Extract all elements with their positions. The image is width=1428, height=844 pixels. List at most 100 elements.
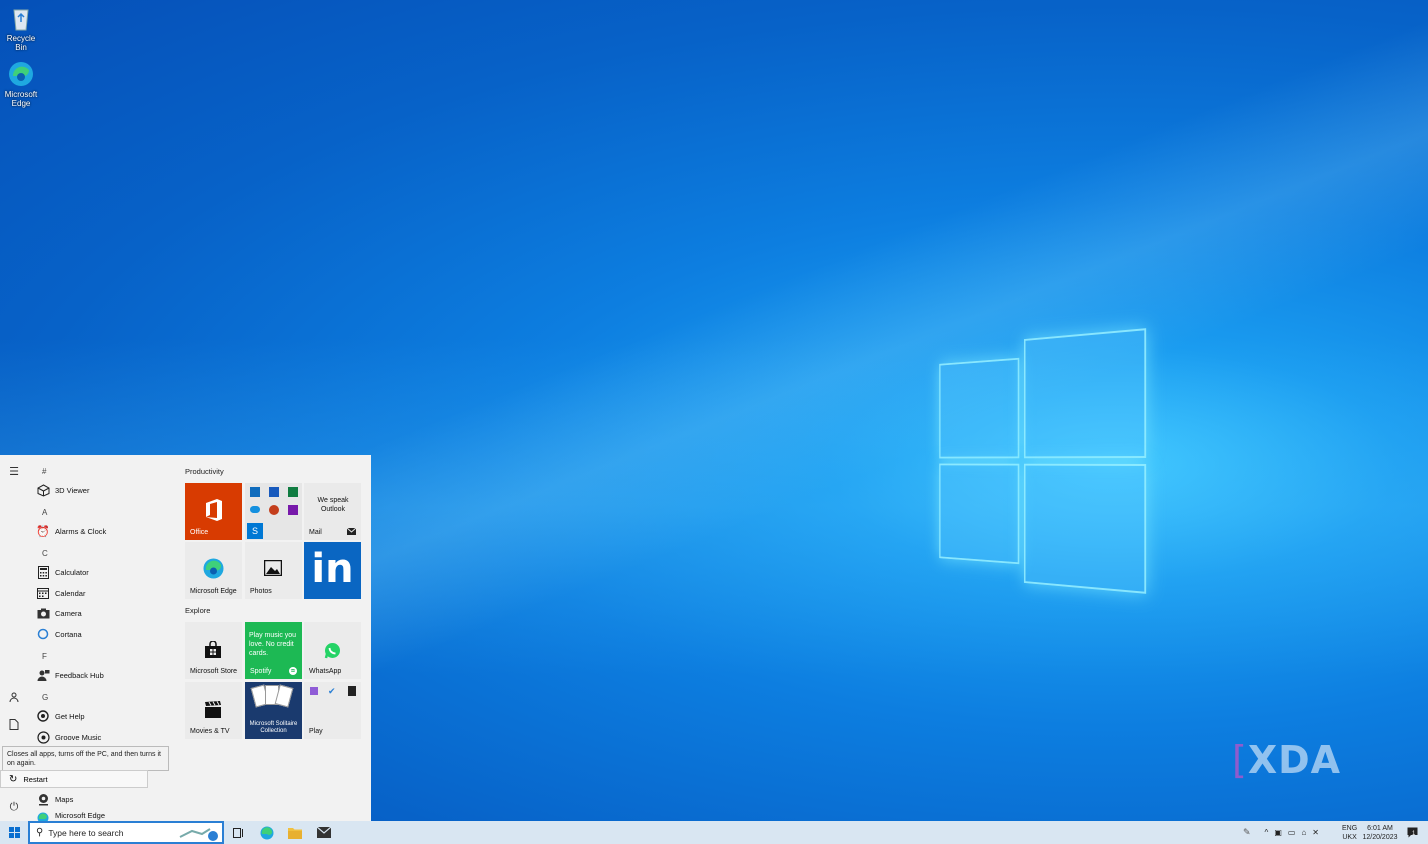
wallpaper-windows-logo bbox=[939, 328, 1148, 594]
search-placeholder: Type here to search bbox=[48, 827, 124, 838]
mail-icon bbox=[317, 827, 331, 838]
mail-icon bbox=[347, 528, 356, 535]
task-view-icon bbox=[232, 827, 243, 838]
tile-whatsapp[interactable]: WhatsApp bbox=[304, 622, 361, 679]
skype-icon: S bbox=[247, 523, 263, 539]
tile-photos[interactable]: Photos bbox=[245, 542, 302, 599]
tile-office-apps-folder[interactable]: S bbox=[245, 483, 302, 540]
system-tray: ✎ ^ ▣ ▭ ⌂ ✕ bbox=[1243, 821, 1327, 844]
app-cortana[interactable]: Cortana bbox=[36, 625, 82, 643]
taskbar: ⚲ Type here to search ✎ ^ ▣ ▭ ⌂ ✕ ENG UK… bbox=[0, 821, 1428, 844]
taskbar-mail-button[interactable] bbox=[315, 824, 333, 841]
app-list-letter: G bbox=[42, 693, 49, 702]
cube-icon bbox=[36, 483, 50, 497]
edge-icon bbox=[203, 558, 224, 579]
app-get-help[interactable]: Get Help bbox=[36, 707, 85, 725]
documents-icon[interactable] bbox=[8, 719, 20, 731]
tile-microsoft-store[interactable]: Microsoft Store bbox=[185, 622, 242, 679]
photos-icon bbox=[264, 560, 282, 576]
search-icon: ⚲ bbox=[36, 827, 44, 838]
feedback-hub-icon bbox=[36, 668, 50, 682]
taskbar-file-explorer-button[interactable] bbox=[286, 824, 304, 841]
hamburger-menu-icon[interactable]: ☰ bbox=[8, 465, 20, 478]
excel-icon bbox=[288, 487, 298, 497]
power-icon[interactable]: ⏻ bbox=[8, 801, 20, 813]
chevron-up-icon[interactable]: ^ bbox=[1265, 828, 1269, 837]
app-list-letter: F bbox=[42, 652, 47, 661]
linkedin-icon: in bbox=[311, 546, 354, 592]
desktop-icon-label: Recycle Bin bbox=[6, 34, 36, 52]
battery-icon[interactable]: ▭ bbox=[1288, 828, 1296, 837]
start-button[interactable] bbox=[6, 824, 22, 841]
onedrive-icon bbox=[250, 506, 260, 513]
camera-icon bbox=[36, 606, 50, 620]
app-microsoft-edge[interactable]: Microsoft Edge bbox=[36, 811, 105, 821]
app-calculator[interactable]: Calculator bbox=[36, 563, 89, 581]
meet-now-icon[interactable]: ▣ bbox=[1274, 828, 1282, 837]
word-icon bbox=[269, 487, 279, 497]
tile-office[interactable]: Office bbox=[185, 483, 242, 540]
app-list-letter: A bbox=[42, 508, 48, 517]
power-tooltip: Closes all apps, turns off the PC, and t… bbox=[2, 746, 169, 771]
clock-date: 12/20/2023 bbox=[1362, 833, 1398, 841]
desktop-icon-recycle-bin[interactable]: Recycle Bin bbox=[0, 4, 42, 52]
volume-muted-icon[interactable]: ✕ bbox=[1312, 828, 1319, 837]
tile-microsoft-edge[interactable]: Microsoft Edge bbox=[185, 542, 242, 599]
office-icon bbox=[206, 499, 222, 521]
pen-workspace-icon[interactable]: ✎ bbox=[1243, 827, 1251, 838]
maps-icon bbox=[36, 792, 50, 806]
whatsapp-icon bbox=[324, 643, 340, 659]
tile-mail[interactable]: We speak Outlook Mail bbox=[304, 483, 361, 540]
app-calendar[interactable]: Calendar bbox=[36, 584, 85, 602]
folder-icon bbox=[288, 827, 302, 839]
app-3d-viewer[interactable]: 3D Viewer bbox=[36, 481, 89, 499]
language-indicator[interactable]: ENG UKX bbox=[1342, 821, 1357, 844]
taskbar-edge-button[interactable] bbox=[258, 824, 276, 841]
windows-icon bbox=[8, 827, 20, 838]
app-maps[interactable]: Maps bbox=[36, 790, 73, 808]
tile-solitaire[interactable]: Microsoft Solitaire Collection bbox=[245, 682, 302, 739]
app-list-letter: # bbox=[42, 467, 47, 476]
app-camera[interactable]: Camera bbox=[36, 604, 82, 622]
calendar-icon bbox=[36, 586, 50, 600]
tile-spotify[interactable]: Play music you love. No credit cards. Sp… bbox=[245, 622, 302, 679]
clock-time: 6:01 AM bbox=[1367, 824, 1393, 832]
section-explore-title: Explore bbox=[185, 606, 211, 615]
desktop-icon-edge[interactable]: Microsoft Edge bbox=[0, 60, 42, 108]
alarm-clock-icon: ⏰ bbox=[36, 525, 50, 538]
notification-count: 1 bbox=[1412, 831, 1416, 837]
restart-icon: ↻ bbox=[9, 773, 18, 785]
get-help-icon bbox=[36, 709, 50, 723]
taskbar-search-box[interactable]: ⚲ Type here to search bbox=[28, 821, 224, 844]
calculator-icon bbox=[36, 565, 50, 579]
app-groove-music[interactable]: Groove Music bbox=[36, 728, 101, 746]
tile-linkedin[interactable]: in bbox=[304, 542, 361, 599]
tile-play-folder[interactable]: ✔ Play bbox=[304, 682, 361, 739]
cortana-icon bbox=[36, 627, 50, 641]
notification-center-button[interactable]: 1 bbox=[1404, 821, 1420, 844]
restart-menu-item[interactable]: ↻ Restart bbox=[0, 770, 148, 788]
onenote-icon bbox=[288, 505, 298, 515]
movies-tv-icon bbox=[205, 701, 221, 718]
groove-music-icon bbox=[36, 730, 50, 744]
app-alarms-clock[interactable]: ⏰ Alarms & Clock bbox=[36, 522, 106, 540]
app-list-letter: C bbox=[42, 549, 48, 558]
desktop-icon-label: Microsoft Edge bbox=[4, 90, 38, 108]
edge-icon bbox=[260, 826, 274, 839]
network-icon[interactable]: ⌂ bbox=[1301, 828, 1306, 837]
clock[interactable]: 6:01 AM 12/20/2023 bbox=[1361, 821, 1399, 844]
xda-watermark: [XDA bbox=[1232, 738, 1342, 782]
search-highlight-icon bbox=[179, 828, 218, 841]
spotify-icon bbox=[289, 667, 297, 675]
task-view-button[interactable] bbox=[230, 824, 246, 841]
outlook-icon bbox=[250, 487, 260, 497]
user-account-icon[interactable] bbox=[8, 692, 20, 704]
powerpoint-icon bbox=[269, 505, 279, 515]
section-productivity-title: Productivity bbox=[185, 467, 224, 476]
recycle-bin-icon bbox=[7, 4, 35, 32]
edge-icon bbox=[7, 60, 35, 88]
store-icon bbox=[205, 641, 221, 658]
tile-movies-tv[interactable]: Movies & TV bbox=[185, 682, 242, 739]
app-feedback-hub[interactable]: Feedback Hub bbox=[36, 666, 104, 684]
edge-icon bbox=[36, 811, 50, 821]
